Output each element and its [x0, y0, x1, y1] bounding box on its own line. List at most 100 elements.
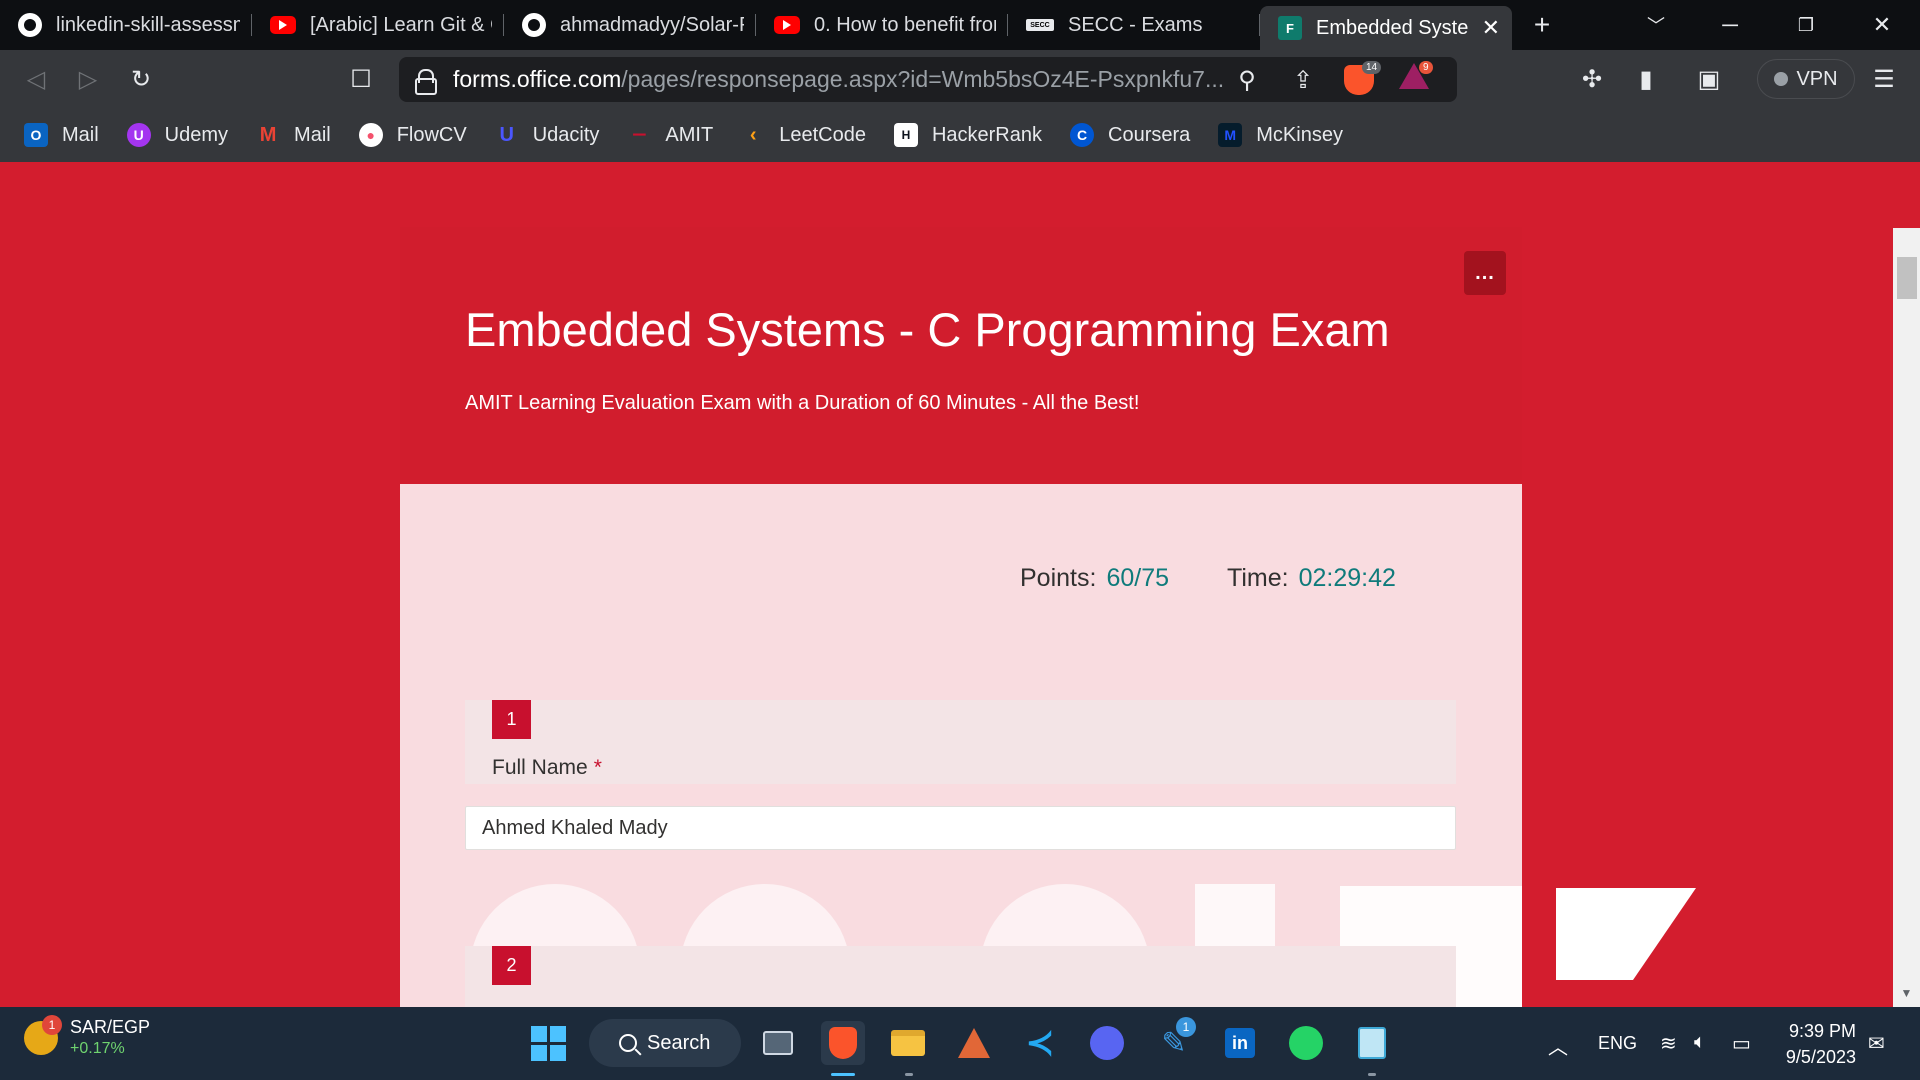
youtube-icon — [270, 16, 296, 34]
tab-title: linkedin-skill-assessm — [56, 13, 240, 36]
currency-icon: 1 — [24, 1014, 62, 1055]
question-title-text: Full Name — [492, 756, 588, 779]
lock-icon[interactable] — [415, 68, 437, 95]
browser-toolbar: ◁ ▷ ↻ ☐ forms.office.com/pages/responsep… — [0, 50, 1920, 108]
volume-icon[interactable]: 🔈︎ — [1694, 1031, 1706, 1054]
page-viewport: ... Embedded Systems - C Programming Exa… — [0, 162, 1920, 1007]
bookmark-amit[interactable]: ━━ AMIT — [627, 123, 713, 147]
address-bar[interactable]: forms.office.com/pages/responsepage.aspx… — [399, 57, 1457, 102]
sidebar-icon[interactable]: ▮ — [1628, 61, 1664, 97]
close-tab-icon[interactable]: ✕ — [1482, 15, 1500, 41]
taskbar-search[interactable]: Search — [589, 1019, 741, 1067]
bookmark-label: Udacity — [532, 123, 600, 146]
file-explorer-icon[interactable] — [886, 1021, 930, 1065]
background-shape — [1556, 888, 1696, 980]
task-view-icon[interactable] — [756, 1021, 800, 1065]
back-button[interactable]: ◁ — [18, 61, 54, 97]
vpn-label: VPN — [1796, 67, 1838, 90]
tab-list-chevron-icon[interactable]: ﹀ — [1618, 0, 1694, 50]
start-button[interactable] — [526, 1021, 570, 1065]
time-value: 02:29:42 — [1298, 564, 1396, 592]
bookmark-udemy[interactable]: U Udemy — [126, 123, 228, 147]
bookmark-gmail[interactable]: M Mail — [256, 123, 331, 147]
bookmark-hackerrank[interactable]: H HackerRank — [893, 123, 1042, 147]
question-2: 2 — [465, 946, 1456, 1007]
widget-notification-badge: 1 — [42, 1014, 62, 1035]
scrollbar-track[interactable] — [1893, 228, 1920, 1008]
shields-count-badge: 14 — [1362, 61, 1382, 74]
form-subtitle: AMIT Learning Evaluation Exam with a Dur… — [465, 392, 1140, 414]
reload-button[interactable]: ↻ — [123, 61, 159, 97]
outlook-icon: O — [24, 123, 48, 147]
notification-center-icon[interactable]: ✉ — [1868, 1031, 1885, 1056]
bookmark-outlook-mail[interactable]: O Mail — [24, 123, 99, 147]
more-options-button[interactable]: ... — [1464, 251, 1506, 295]
forms-icon: F — [1278, 16, 1302, 40]
github-icon — [522, 13, 546, 37]
tab-how-to-benefit[interactable]: 0. How to benefit fror — [756, 0, 1008, 50]
tab-linkedin-skill-assessments[interactable]: linkedin-skill-assessm — [0, 0, 252, 50]
bookmark-label: LeetCode — [779, 123, 866, 146]
restore-button[interactable]: ❐ — [1768, 0, 1844, 50]
matlab-icon[interactable] — [952, 1021, 996, 1065]
mckinsey-icon: M — [1218, 123, 1243, 147]
notepad-icon[interactable] — [1350, 1021, 1394, 1065]
bookmark-udacity[interactable]: U Udacity — [495, 123, 600, 147]
brave-browser-icon[interactable] — [821, 1021, 865, 1065]
tab-secc-exams[interactable]: SECC SECC - Exams — [1008, 0, 1260, 50]
question-1: 1 Full Name * — [465, 700, 1456, 784]
secc-icon: SECC — [1026, 19, 1054, 31]
bookmark-leetcode[interactable]: ‹ LeetCode — [741, 123, 866, 147]
vpn-button[interactable]: VPN — [1757, 59, 1855, 99]
bookmark-flowcv[interactable]: ● FlowCV — [358, 123, 467, 147]
tools-icon[interactable]: ✎ 1 — [1152, 1017, 1196, 1065]
battery-icon[interactable]: ▭ — [1732, 1031, 1751, 1056]
extensions-icon[interactable]: ✣ — [1574, 61, 1610, 97]
bookmark-label: Mail — [62, 123, 99, 146]
windows-logo-icon — [530, 1025, 566, 1061]
widgets-ticker[interactable]: 1 SAR/EGP +0.17% — [24, 1014, 151, 1058]
ticker-name: SAR/EGP — [70, 1017, 151, 1037]
gmail-icon: M — [259, 123, 277, 146]
search-label: Search — [647, 1031, 711, 1054]
clock-date[interactable]: 9/5/2023 — [1770, 1047, 1856, 1068]
tab-solar-repo[interactable]: ahmadmadyy/Solar-P — [504, 0, 756, 50]
tab-title: 0. How to benefit fror — [814, 13, 996, 36]
scrollbar-thumb[interactable] — [1897, 257, 1917, 299]
running-app-indicator — [905, 1073, 913, 1076]
show-hidden-icons-chevron[interactable]: ︿ — [1548, 1031, 1568, 1060]
bookmark-mckinsey[interactable]: M McKinsey — [1218, 123, 1343, 147]
amit-icon: ━━ — [633, 129, 646, 141]
forward-button[interactable]: ▷ — [70, 61, 106, 97]
tab-learn-git[interactable]: [Arabic] Learn Git & C — [252, 0, 504, 50]
question-number: 2 — [492, 946, 531, 985]
input-language[interactable]: ENG — [1598, 1033, 1637, 1054]
vscode-icon[interactable]: ≺ — [1018, 1021, 1062, 1065]
zoom-icon[interactable]: ⚲ — [1229, 62, 1265, 98]
wallet-icon[interactable]: ▣ — [1691, 61, 1727, 97]
tab-embedded-systems-exam[interactable]: F Embedded Syste ✕ — [1260, 6, 1512, 50]
new-tab-button[interactable]: + — [1512, 9, 1572, 41]
udacity-icon: U — [499, 123, 514, 146]
share-icon[interactable]: ⇪ — [1285, 62, 1321, 98]
bookmark-label: AMIT — [665, 123, 714, 146]
youtube-icon — [774, 16, 800, 34]
clock-time[interactable]: 9:39 PM — [1770, 1021, 1856, 1042]
discord-icon[interactable] — [1085, 1021, 1129, 1065]
close-window-button[interactable]: ✕ — [1844, 0, 1920, 50]
udemy-icon: U — [126, 123, 151, 147]
linkedin-icon[interactable]: in — [1218, 1021, 1262, 1065]
flowcv-icon: ● — [358, 123, 383, 147]
bookmark-icon[interactable]: ☐ — [343, 61, 379, 97]
tab-title: SECC - Exams — [1068, 13, 1203, 36]
minimize-button[interactable]: ─ — [1692, 0, 1768, 50]
url-text[interactable]: forms.office.com/pages/responsepage.aspx… — [453, 66, 1233, 93]
menu-icon[interactable]: ☰ — [1866, 61, 1902, 97]
bookmark-coursera[interactable]: C Coursera — [1070, 123, 1190, 147]
scroll-down-arrow-icon[interactable]: ▼ — [1893, 986, 1920, 1006]
windows-taskbar: 1 SAR/EGP +0.17% Search ≺ ✎ 1 in ︿ ENG ≋… — [0, 1007, 1920, 1080]
wifi-icon[interactable]: ≋ — [1660, 1031, 1677, 1056]
full-name-input[interactable] — [465, 806, 1456, 850]
whatsapp-icon[interactable] — [1284, 1021, 1328, 1065]
question-number: 1 — [492, 700, 531, 739]
